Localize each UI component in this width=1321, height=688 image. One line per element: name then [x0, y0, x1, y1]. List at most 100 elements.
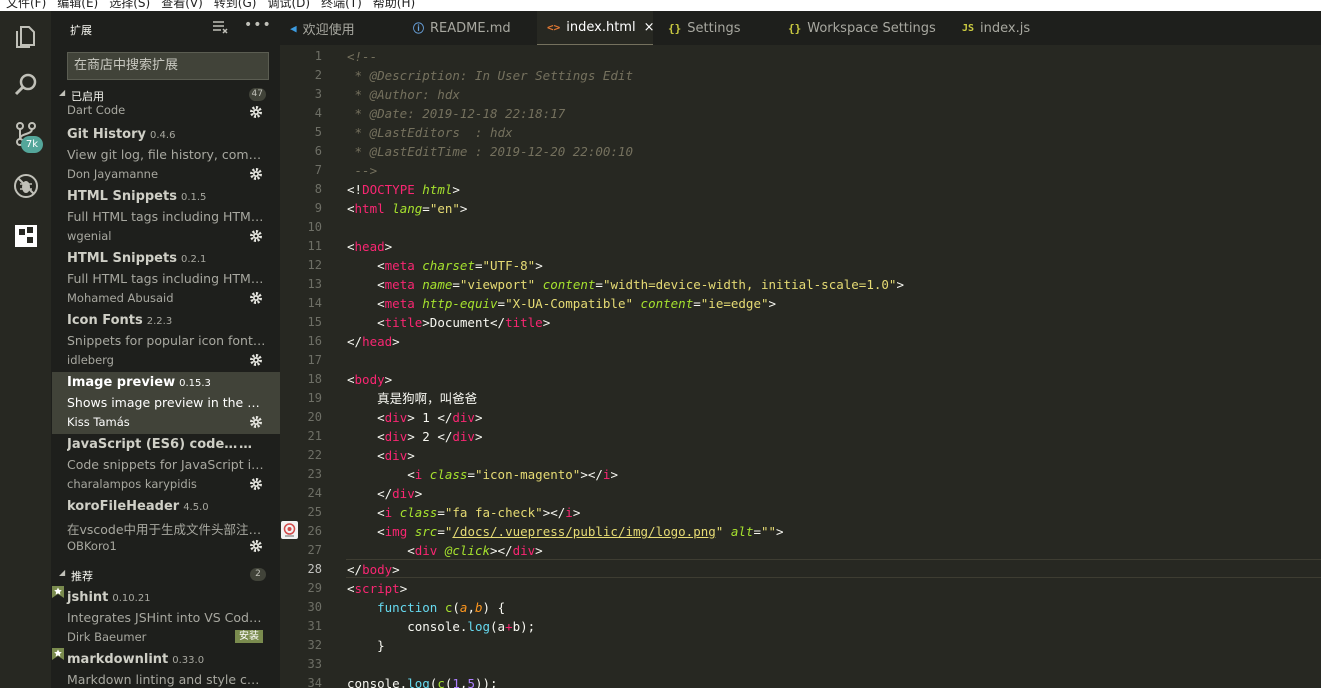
code-token: * @Author: hdx — [347, 87, 460, 102]
code-token: div — [452, 410, 475, 425]
code-line[interactable]: </head> — [347, 332, 400, 351]
code-line[interactable]: 真是狗啊，叫爸爸 — [347, 389, 477, 408]
menu-edit[interactable]: 编辑(E) — [57, 0, 98, 9]
code-line[interactable]: <div @click></div> — [347, 541, 542, 560]
extension-description: Full HTML tags including HTML5 Snippets — [67, 209, 267, 224]
extension-item[interactable]: Icon Fonts 2.2.3 Snippets for popular ico… — [52, 313, 280, 375]
gear-icon[interactable] — [249, 415, 263, 429]
menu-debug[interactable]: 调试(D) — [267, 0, 310, 9]
code-line[interactable]: </body> — [347, 560, 400, 579]
extension-author: charalampos karypidis — [67, 477, 197, 491]
extension-item-selected[interactable]: Image preview 0.15.3 Shows image preview … — [52, 372, 280, 434]
debug-icon — [14, 174, 38, 198]
extension-name: Image preview 0.15.3 — [67, 375, 211, 390]
code-line[interactable]: <title>Document</title> — [347, 313, 550, 332]
code-line[interactable]: <meta name="viewport" content="width=dev… — [347, 275, 904, 294]
code-token: < — [347, 467, 415, 482]
code-line[interactable]: <script> — [347, 579, 407, 598]
debug-button[interactable] — [0, 164, 52, 208]
code-line[interactable]: --> — [347, 161, 378, 180]
tab-welcome[interactable]: ◀ 欢迎使用 — [280, 11, 398, 45]
explorer-button[interactable] — [0, 14, 52, 58]
line-number: 20 — [307, 410, 322, 424]
more-actions-icon[interactable]: ••• — [244, 17, 272, 33]
menu-file[interactable]: 文件(F) — [6, 0, 46, 9]
gear-icon[interactable] — [249, 353, 263, 367]
code-line[interactable]: console.log(c(1,5)); — [347, 674, 498, 688]
code-line[interactable]: * @LastEditTime : 2019-12-20 22:00:10 — [347, 142, 633, 161]
code-line[interactable]: <!-- — [347, 47, 377, 66]
extension-item[interactable]: markdownlint 0.33.0 Markdown linting and … — [52, 648, 280, 688]
extension-item[interactable]: Dart Code — [52, 103, 280, 121]
code-token: b — [474, 600, 483, 615]
section-recommended[interactable]: ◢ 推荐 2 — [52, 566, 280, 584]
search-button[interactable] — [0, 63, 52, 107]
code-token: > — [459, 201, 468, 216]
code-line[interactable]: <i class="fa fa-check"></i> — [347, 503, 580, 522]
code-line[interactable]: } — [347, 636, 385, 655]
code-line[interactable]: <meta http-equiv="X-UA-Compatible" conte… — [347, 294, 776, 313]
gear-icon[interactable] — [249, 105, 263, 119]
code-line[interactable]: * @LastEditors : hdx — [347, 123, 513, 142]
tab-index-html[interactable]: <> index.html × — [537, 11, 655, 45]
code-line[interactable]: console.log(a+b); — [347, 617, 535, 636]
code-token: title — [505, 315, 543, 330]
menu-terminal[interactable]: 终端(T) — [321, 0, 362, 9]
section-enabled[interactable]: ◢ 已启用 47 — [52, 86, 280, 104]
menu-help[interactable]: 帮助(H) — [373, 0, 415, 9]
extension-search-input[interactable]: 在商店中搜索扩展 — [67, 52, 269, 80]
code-line[interactable]: * @Date: 2019-12-18 22:18:17 — [347, 104, 566, 123]
close-icon[interactable]: × — [644, 20, 655, 35]
code-line[interactable]: * @Author: hdx — [347, 85, 460, 104]
tab-readme[interactable]: ⓘ README.md — [403, 11, 533, 45]
code-line[interactable]: * @Description: In User Settings Edit — [347, 66, 633, 85]
gear-icon[interactable] — [249, 539, 263, 553]
code-token: "en" — [429, 201, 460, 216]
extension-description: Code snippets for JavaScript in ES6 synt… — [67, 457, 267, 472]
extension-item[interactable]: HTML Snippets 0.1.5 Full HTML tags includ… — [52, 189, 280, 251]
extension-item[interactable]: koroFileHeader4.5.0 在vscode中用于生成文件头部注释和函… — [52, 499, 280, 561]
extensions-icon — [15, 225, 37, 247]
code-token: > — [768, 296, 777, 311]
install-button[interactable]: 安装 — [235, 630, 263, 643]
menu-view[interactable]: 查看(V) — [161, 0, 203, 9]
line-number: 26 — [307, 524, 322, 538]
gear-icon[interactable] — [249, 229, 263, 243]
extension-item[interactable]: Git History 0.4.6 View git log, file hist… — [52, 127, 280, 189]
code-token: > 2 </ — [407, 429, 453, 444]
code-line[interactable]: <html lang="en"> — [347, 199, 467, 218]
code-line[interactable]: <div> — [347, 446, 415, 465]
code-line[interactable]: function c(a,b) { — [347, 598, 505, 617]
line-number: 34 — [307, 676, 322, 688]
code-line[interactable]: <div> 2 </div> — [347, 427, 482, 446]
gear-icon[interactable] — [249, 477, 263, 491]
image-preview-thumbnail[interactable] — [281, 521, 298, 539]
code-line[interactable]: </div> — [347, 484, 422, 503]
gear-icon[interactable] — [249, 167, 263, 181]
code-token: * @LastEditors : hdx — [347, 125, 513, 140]
code-editor[interactable]: 1 2 3 4 5 6 7 8 9 10 11 12 13 14 15 16 17 18 19 20 21 22 23 24 2… — [302, 45, 1321, 688]
clear-list-icon[interactable] — [212, 20, 228, 34]
code-line[interactable]: <head> — [347, 237, 392, 256]
extensions-button[interactable] — [0, 214, 52, 258]
code-line[interactable]: <i class="icon-magento"></i> — [347, 465, 618, 484]
code-token: function — [377, 600, 438, 615]
tab-workspace-settings[interactable]: {} Workspace Settings — [778, 11, 948, 45]
code-token: < — [347, 505, 385, 520]
gear-icon[interactable] — [249, 291, 263, 305]
line-number: 24 — [307, 486, 322, 500]
extension-item[interactable]: JavaScript (ES6) code snippets1.7.2 Code… — [52, 437, 280, 499]
code-line[interactable]: <!DOCTYPE html> — [347, 180, 460, 199]
code-line[interactable]: <div> 1 </div> — [347, 408, 482, 427]
code-line[interactable]: <meta charset="UTF-8"> — [347, 256, 543, 275]
tab-settings[interactable]: {} Settings — [658, 11, 774, 45]
menu-selection[interactable]: 选择(S) — [109, 0, 150, 9]
code-line[interactable]: <body> — [347, 370, 392, 389]
menu-goto[interactable]: 转到(G) — [214, 0, 257, 9]
code-token: = — [497, 296, 506, 311]
extension-item[interactable]: HTML Snippets 0.2.1 Full HTML tags includ… — [52, 251, 280, 313]
tab-index-js[interactable]: JS index.js — [952, 11, 1062, 45]
code-line[interactable]: <img src="/docs/.vuepress/public/img/log… — [347, 522, 783, 541]
code-token: > — [392, 562, 400, 577]
extension-item[interactable]: jshint 0.10.21 Integrates JSHint into VS … — [52, 586, 280, 652]
